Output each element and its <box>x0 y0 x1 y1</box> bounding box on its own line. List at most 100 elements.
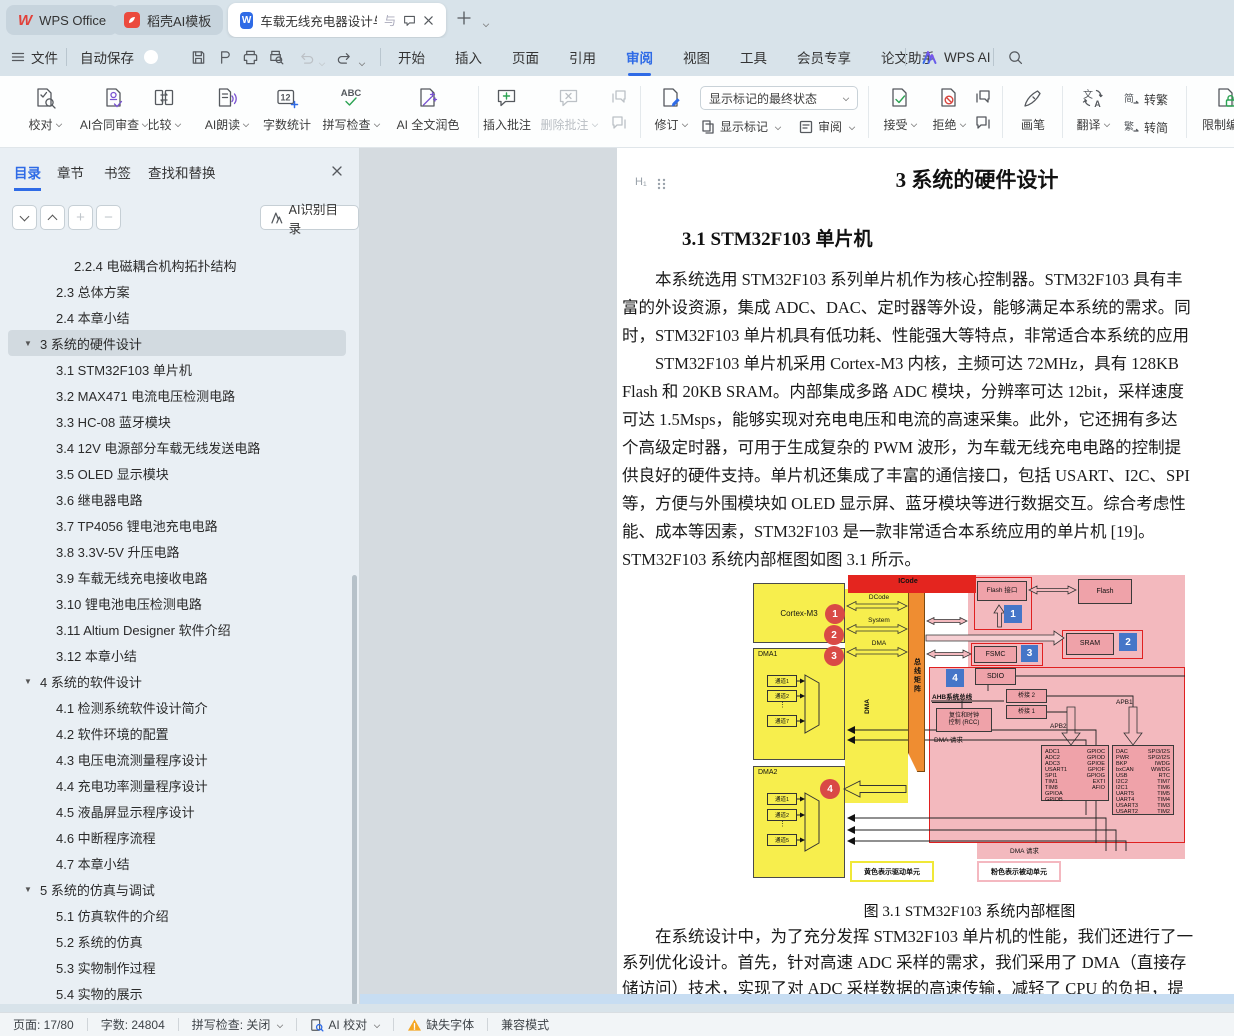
toc-item[interactable]: 3.4 12V 电源部分车载无线发送电路 <box>0 434 352 460</box>
tab-wps-office[interactable]: W WPS Office <box>6 5 118 35</box>
accept-revision-button[interactable]: 接受 <box>876 84 924 133</box>
toc-item[interactable]: ▼ 3 系统的硬件设计 <box>8 330 346 356</box>
toc-item[interactable]: 2.4 本章小结 <box>0 304 352 330</box>
menu-tab[interactable]: 审阅 <box>626 47 653 67</box>
tab-document-active[interactable]: W 车载无线充电器设计与实现 与 <box>228 3 446 37</box>
reject-revision-button[interactable]: 拒绝 <box>926 84 972 133</box>
redo-dropdown-icon[interactable] <box>356 55 365 73</box>
menu-tab[interactable]: 页面 <box>512 47 539 67</box>
toc-item[interactable]: 4.4 充电功率测量程序设计 <box>0 772 352 798</box>
word-count-button[interactable]: 12 字数统计 <box>260 84 314 133</box>
ai-polish-button[interactable]: AI 全文润色 <box>386 84 470 133</box>
toc-item[interactable]: 3.10 锂电池电压检测电路 <box>0 590 352 616</box>
new-tab-button[interactable] <box>455 9 473 27</box>
undo-dropdown-icon[interactable] <box>316 55 325 73</box>
toc-expand-all-button[interactable]: + <box>68 205 93 230</box>
comment-bubble-icon[interactable] <box>403 14 416 27</box>
sidebar-scrollbar[interactable] <box>352 575 357 1004</box>
print-icon[interactable] <box>240 47 260 67</box>
toc-item[interactable]: 3.2 MAX471 电流电压检测电路 <box>0 382 352 408</box>
page-indicator[interactable]: 页面: 17/80 <box>0 1013 87 1036</box>
file-menu[interactable]: 文件 <box>10 38 58 76</box>
toc-expand-arrow-icon[interactable]: ▼ <box>24 339 40 348</box>
undo-icon[interactable] <box>296 47 316 67</box>
review-panel-button[interactable]: 审阅 <box>798 118 855 135</box>
ai-read-aloud-button[interactable]: AI朗读 <box>196 84 258 133</box>
compatibility-mode-indicator[interactable]: 兼容模式 <box>488 1013 562 1036</box>
save-icon[interactable] <box>188 47 208 67</box>
tab-docer-templates[interactable]: 稻壳AI模板 <box>112 5 223 35</box>
toc-item[interactable]: 5.4 实物的展示 <box>0 980 352 1004</box>
track-changes-button[interactable]: 修订 <box>648 84 694 133</box>
toc-item[interactable]: 3.12 本章小结 <box>0 642 352 668</box>
toc-item[interactable]: 3.6 继电器电路 <box>0 486 352 512</box>
toc-item[interactable]: 5.3 实物制作过程 <box>0 954 352 980</box>
print-preview-icon[interactable] <box>266 47 286 67</box>
delete-comment-button[interactable]: 删除批注 <box>538 84 600 133</box>
ink-brush-button[interactable]: 画笔 <box>1010 84 1056 133</box>
spellcheck-status[interactable]: 拼写检查: 关闭 <box>179 1013 297 1036</box>
next-comment-icon[interactable] <box>610 114 628 132</box>
menu-tab[interactable]: 工具 <box>740 47 767 67</box>
toc-item[interactable]: 4.6 中断程序流程 <box>0 824 352 850</box>
restrict-editing-button[interactable]: 限制编辑 <box>1194 84 1234 133</box>
toc-collapse-all-button[interactable]: − <box>96 205 121 230</box>
sidebar-close-icon[interactable] <box>330 164 348 182</box>
to-traditional-button[interactable]: 简 转繁 <box>1122 90 1168 108</box>
toc-item[interactable]: 4.1 检测系统软件设计简介 <box>0 694 352 720</box>
previous-comment-icon[interactable] <box>610 88 628 106</box>
menu-tab[interactable]: 会员专享 <box>797 47 851 67</box>
next-revision-icon[interactable] <box>974 114 992 132</box>
toc-item[interactable]: 2.2.4 电磁耦合机构拓扑结构 <box>0 252 352 278</box>
proofread-button[interactable]: 校对 <box>20 84 70 133</box>
toc-item[interactable]: 2.3 总体方案 <box>0 278 352 304</box>
menu-tab[interactable]: 引用 <box>569 47 596 67</box>
toc-item[interactable]: 3.3 HC-08 蓝牙模块 <box>0 408 352 434</box>
horizontal-scrollbar[interactable] <box>360 994 1234 1004</box>
sidebar-tab-toc[interactable]: 目录 <box>14 162 41 191</box>
menu-tab[interactable]: 插入 <box>455 47 482 67</box>
toc-item[interactable]: ▼ 4 系统的软件设计 <box>0 668 352 694</box>
document-page[interactable]: H₁ 3 系统的硬件设计 3.1 STM32F103 单片机 本系统选用 STM… <box>617 148 1234 1004</box>
sidebar-tab-chapters[interactable]: 章节 <box>57 162 84 182</box>
markup-state-dropdown[interactable]: 显示标记的最终状态 <box>700 86 858 110</box>
redo-icon[interactable] <box>334 47 354 67</box>
toc-item[interactable]: 3.5 OLED 显示模块 <box>0 460 352 486</box>
menu-tab[interactable]: 开始 <box>398 47 425 67</box>
show-markup-button[interactable]: 显示标记 <box>700 118 781 135</box>
close-tab-icon[interactable] <box>423 15 434 26</box>
toc-collapse-down-button[interactable] <box>12 205 37 230</box>
to-simplified-button[interactable]: 繁 转简 <box>1122 118 1168 136</box>
tab-list-dropdown-icon[interactable] <box>480 16 489 34</box>
search-icon[interactable] <box>1005 47 1025 67</box>
insert-comment-button[interactable]: 插入批注 <box>482 84 532 133</box>
toc-expand-arrow-icon[interactable]: ▼ <box>24 885 40 894</box>
wps-ai-button[interactable]: WPS AI <box>922 38 991 76</box>
word-count-indicator[interactable]: 字数: 24804 <box>88 1013 178 1036</box>
toc-item[interactable]: 4.7 本章小结 <box>0 850 352 876</box>
ai-recognize-toc-button[interactable]: AI识别目录 <box>260 205 359 230</box>
compare-button[interactable]: 比较 <box>136 84 192 133</box>
toc-expand-arrow-icon[interactable]: ▼ <box>24 677 40 686</box>
paragraph-drag-handle-icon[interactable] <box>657 177 666 195</box>
toc-item[interactable]: 3.8 3.3V-5V 升压电路 <box>0 538 352 564</box>
toc-item[interactable]: 4.2 软件环境的配置 <box>0 720 352 746</box>
spell-check-button[interactable]: ABC 拼写检查 <box>316 84 386 133</box>
export-pdf-icon[interactable] <box>214 47 234 67</box>
toc-item[interactable]: 3.11 Altium Designer 软件介绍 <box>0 616 352 642</box>
toc-item[interactable]: 3.9 车载无线充电接收电路 <box>0 564 352 590</box>
toc-item[interactable]: ▼ 5 系统的仿真与调试 <box>0 876 352 902</box>
translate-button[interactable]: 文A 翻译 <box>1070 84 1116 133</box>
toc-item[interactable]: 4.3 电压电流测量程序设计 <box>0 746 352 772</box>
ai-proofread-status[interactable]: AI 校对 <box>297 1013 393 1036</box>
toc-item[interactable]: 5.2 系统的仿真 <box>0 928 352 954</box>
toc-item[interactable]: 3.1 STM32F103 单片机 <box>0 356 352 382</box>
toc-item[interactable]: 3.7 TP4056 锂电池充电电路 <box>0 512 352 538</box>
missing-font-warning[interactable]: 缺失字体 <box>394 1013 487 1036</box>
previous-revision-icon[interactable] <box>974 88 992 106</box>
menu-tab[interactable]: 视图 <box>683 47 710 67</box>
toc-item[interactable]: 5.1 仿真软件的介绍 <box>0 902 352 928</box>
sidebar-tab-find-replace[interactable]: 查找和替换 <box>148 162 216 182</box>
toc-item[interactable]: 4.5 液晶屏显示程序设计 <box>0 798 352 824</box>
sidebar-tab-bookmarks[interactable]: 书签 <box>104 162 131 182</box>
